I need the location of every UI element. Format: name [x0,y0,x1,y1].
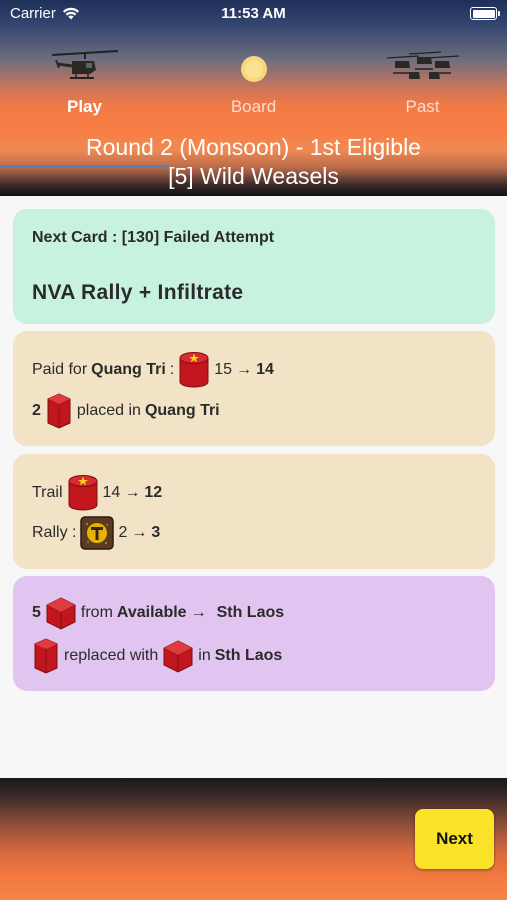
paid-colon: : [169,361,175,378]
trail-line: Trail 14 → 12 [32,474,162,512]
trail-arrow: → [124,484,141,501]
tab-past-label: Past [405,97,440,116]
helicopter-squadron-icon [338,46,507,86]
tab-play-label: Play [67,97,102,116]
paid-line: Paid for Quang Tri : 15 → 14 [32,351,274,389]
next-card-label: Next Card : [130] Failed Attempt [32,229,275,246]
move-line: 5 from Available → Sth Laos [32,596,284,630]
rally-to: 3 [151,524,161,541]
footer: Next [0,778,507,900]
paid-from: 15 [214,361,233,378]
tab-bar: Play Board Past [0,40,507,168]
placed-location: Quang Tri [144,402,220,419]
content-area[interactable]: Next Card : [130] Failed Attempt NVA Ral… [0,196,507,778]
paid-panel: Paid for Quang Tri : 15 → 14 2 placed in… [13,331,495,446]
next-button[interactable]: Next [415,809,494,869]
trail-label: Trail [32,484,63,501]
tab-board[interactable]: Board [169,40,338,128]
next-card-panel: Next Card : [130] Failed Attempt NVA Ral… [13,209,495,324]
nva-guerrilla-icon [45,393,73,429]
status-time: 11:53 AM [221,5,286,22]
header: Carrier 11:53 AM Play Board Past Round 2… [0,0,507,196]
paid-arrow: → [236,361,253,378]
in-text: in [198,647,211,664]
page-title: Round 2 (Monsoon) - 1st Eligible [5] Wil… [0,133,507,191]
rally-label: Rally : [32,524,77,541]
paid-location: Quang Tri [91,361,166,378]
sun-icon [169,46,338,86]
nva-troop-cube-icon [162,639,194,673]
next-card-action: NVA Rally + Infiltrate [32,281,244,304]
move-count: 5 [32,604,41,621]
replace-line: replaced with in Sth Laos [32,638,282,674]
replaced-text: replaced with [64,647,159,664]
move-arrow: → [190,604,207,621]
tab-board-label: Board [230,97,277,116]
trail-to: 12 [144,484,163,501]
tab-play[interactable]: Play [0,40,169,128]
rally-from: 2 [118,524,128,541]
placed-line: 2 placed in Quang Tri [32,393,220,429]
trail-from: 14 [102,484,121,501]
nva-troop-cube-icon [45,596,77,630]
tab-past[interactable]: Past [338,40,507,128]
helicopter-icon [0,46,169,86]
trail-t-icon [80,516,115,550]
nva-base-star-icon [67,474,99,512]
in-location: Sth Laos [214,647,283,664]
move-destination: Sth Laos [216,604,285,621]
paid-prefix: Paid for [32,361,88,378]
placed-count: 2 [32,402,41,419]
rally-arrow: → [131,524,148,541]
status-bar: Carrier 11:53 AM [0,0,507,28]
nva-guerrilla-icon [32,638,60,674]
paid-to: 14 [256,361,274,378]
nva-base-star-icon [178,351,210,389]
move-from-text: from [80,604,113,621]
battery-icon [470,7,500,20]
trail-panel: Trail 14 → 12 Rally : 2 → 3 [13,454,495,569]
title-line-round: Round 2 (Monsoon) - 1st Eligible [86,134,421,160]
placed-text: placed in [76,402,141,419]
title-line-card: [5] Wild Weasels [168,163,339,189]
move-source: Available [116,604,187,621]
rally-line: Rally : 2 → 3 [32,516,160,550]
laos-panel: 5 from Available → Sth Laos replaced wit… [13,576,495,691]
